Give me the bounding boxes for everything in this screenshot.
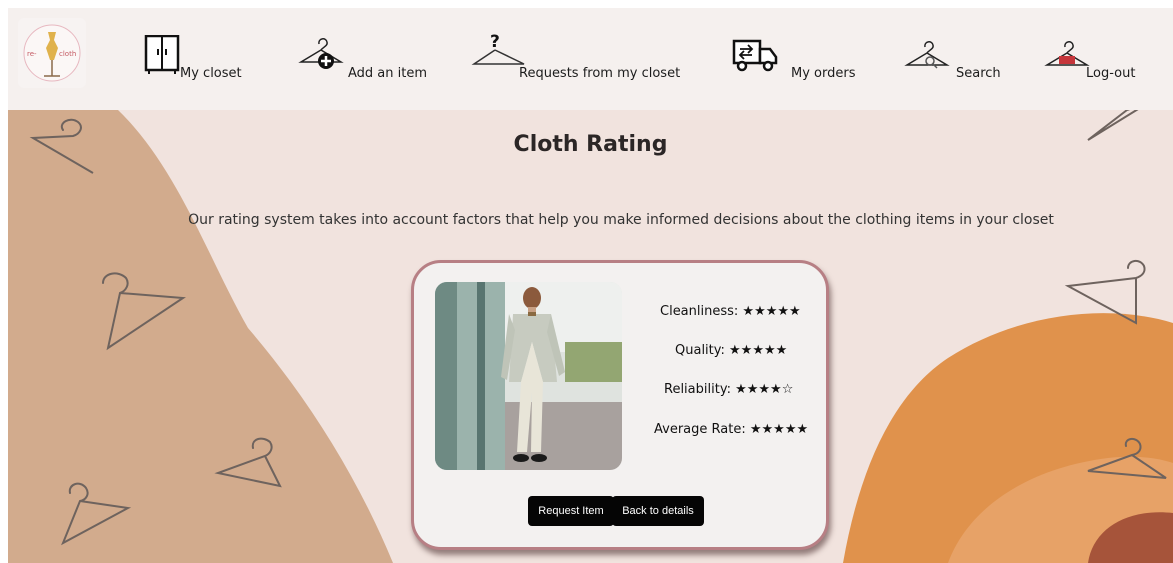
rating-stars: ★★★★★: [742, 304, 801, 319]
request-item-button[interactable]: Request Item: [528, 496, 614, 526]
svg-text:re-: re-: [27, 50, 37, 58]
back-to-details-button[interactable]: Back to details: [612, 496, 704, 526]
delivery-truck-icon: [732, 39, 778, 72]
nav-label-my-closet: My closet: [180, 66, 242, 81]
rating-stars: ★★★★★: [749, 422, 809, 437]
rating-stars: ★★★★☆: [735, 382, 794, 397]
rating-average: Average Rate: ★★★★★: [654, 422, 808, 437]
nav-my-closet[interactable]: My closet: [140, 8, 260, 108]
rating-label: Average Rate:: [654, 422, 746, 437]
nav-log-out[interactable]: Log-out: [1044, 8, 1144, 108]
hanger-search-icon: [904, 41, 950, 69]
nav-search[interactable]: Search: [904, 8, 1004, 108]
nav-label-log-out: Log-out: [1086, 66, 1136, 81]
nav-requests-from-my-closet[interactable]: ? Requests from my closet: [471, 8, 680, 108]
rating-label: Cleanliness:: [660, 304, 739, 319]
svg-text:?: ?: [490, 32, 500, 52]
hanger-exit-icon: [1044, 41, 1090, 66]
svg-text:cloth: cloth: [59, 50, 76, 58]
page-subtitle: Our rating system takes into account fac…: [188, 212, 1054, 228]
rating-card: Cleanliness: ★★★★★ Quality: ★★★★★ Reliab…: [411, 260, 829, 550]
nav-label-search: Search: [956, 66, 1001, 81]
rating-label: Quality:: [675, 343, 725, 358]
nav-label-add-item: Add an item: [348, 66, 428, 81]
nav-add-item[interactable]: Add an item: [298, 8, 428, 108]
top-navigation-bar: re- cloth My closet Add an item ? Reques…: [8, 8, 1173, 110]
clothing-photo: [435, 282, 622, 470]
rating-label: Reliability:: [664, 382, 731, 397]
rating-quality: Quality: ★★★★★: [675, 343, 787, 358]
nav-my-orders[interactable]: My orders: [722, 8, 862, 108]
hanger-question-icon: ?: [471, 32, 525, 65]
page-canvas: re- cloth My closet Add an item ? Reques…: [8, 8, 1173, 563]
nav-label-requests: Requests from my closet: [519, 66, 681, 81]
wardrobe-icon: [144, 35, 180, 74]
rating-reliability: Reliability: ★★★★☆: [664, 382, 793, 397]
hanger-plus-icon: [298, 38, 344, 69]
page-title: Cloth Rating: [513, 132, 668, 157]
nav-label-my-orders: My orders: [791, 66, 856, 81]
brand-logo[interactable]: re- cloth: [18, 18, 86, 88]
rating-cleanliness: Cleanliness: ★★★★★: [660, 304, 801, 319]
rating-stars: ★★★★★: [729, 343, 788, 358]
